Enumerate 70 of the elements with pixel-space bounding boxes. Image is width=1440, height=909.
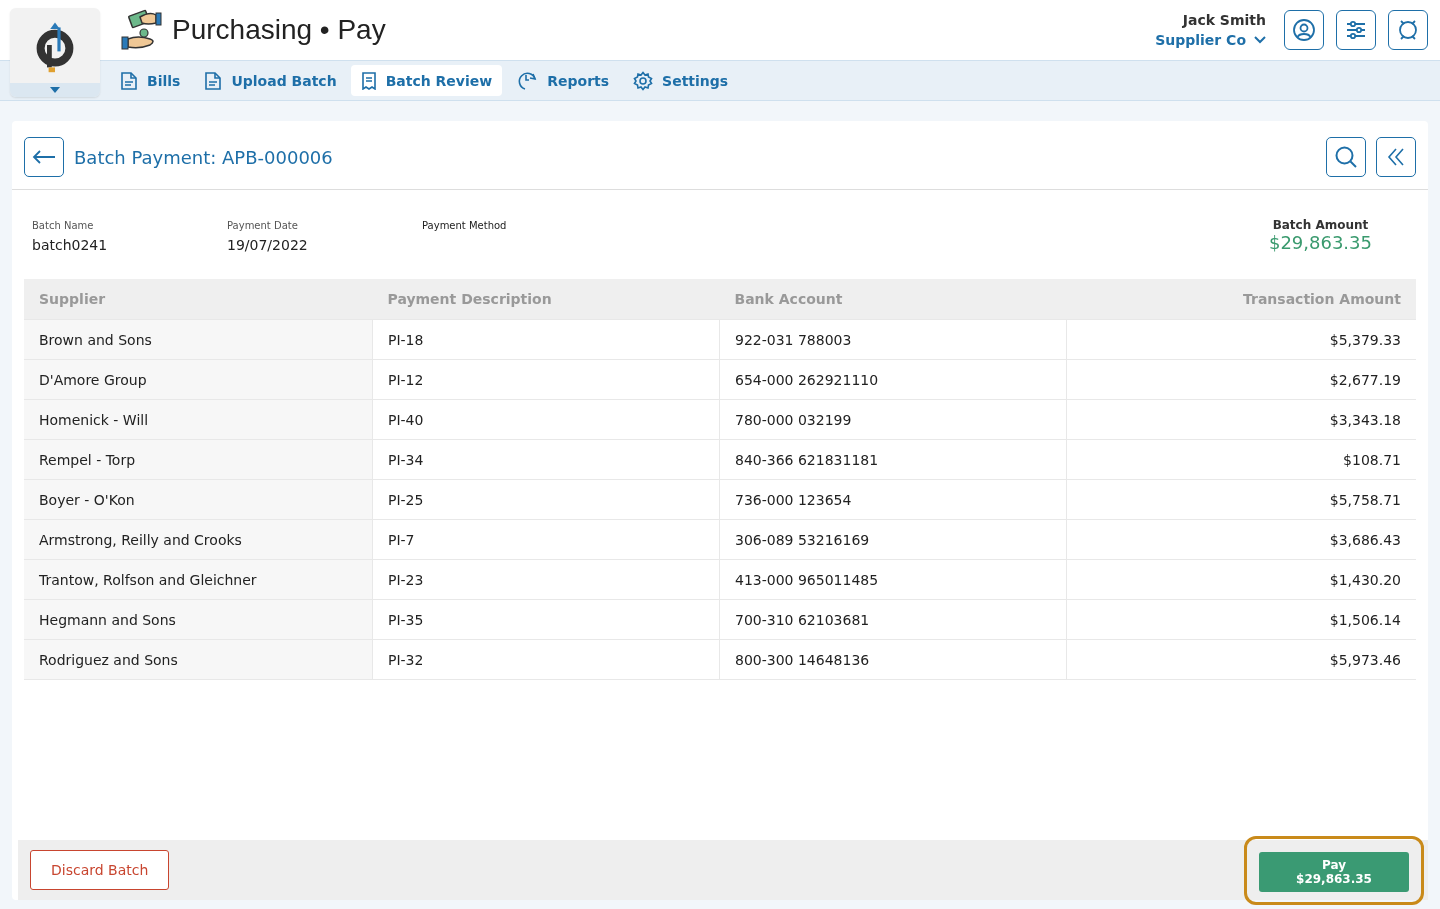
nav-tab[interactable]: Upload Batch — [194, 65, 347, 96]
search-icon — [1334, 145, 1358, 169]
nav-tab[interactable]: Bills — [110, 65, 191, 96]
sliders-icon — [1344, 18, 1368, 42]
back-button[interactable] — [24, 137, 64, 177]
table-cell: PI-35 — [372, 599, 720, 640]
batch-amount-label: Batch Amount — [1272, 218, 1369, 232]
double-chevron-left-icon — [1386, 147, 1406, 167]
nav-tab[interactable]: Batch Review — [350, 65, 503, 96]
table-cell: Homenick - Will — [24, 399, 373, 440]
field-value: batch0241 — [32, 237, 109, 253]
table-cell: 840-366 621831181 — [719, 439, 1067, 480]
nav-tab[interactable]: Settings — [623, 65, 739, 96]
table-cell: 413-000 965011485 — [719, 559, 1067, 600]
lifebuoy-icon — [1396, 18, 1420, 42]
discard-batch-button[interactable]: Discard Batch — [30, 850, 170, 890]
page-title: Batch Payment: APB-000006 — [74, 146, 333, 168]
table-cell: PI-25 — [372, 479, 720, 520]
caret-icon — [50, 87, 60, 93]
table-cell: Armstrong, Reilly and Crooks — [24, 519, 373, 560]
hands-money-icon — [120, 9, 162, 51]
table-cell: PI-18 — [372, 319, 720, 360]
table-cell: 306-089 53216169 — [719, 519, 1067, 560]
profile-button[interactable] — [1284, 10, 1324, 50]
app-title: Purchasing • Pay — [172, 14, 386, 46]
table-cell: D'Amore Group — [24, 359, 373, 400]
column-header: Transaction Amount — [1066, 279, 1416, 320]
table-cell: 700-310 62103681 — [719, 599, 1067, 640]
table-cell: 780-000 032199 — [719, 399, 1067, 440]
table-cell: $5,379.33 — [1066, 319, 1416, 360]
column-header: Bank Account — [719, 279, 1067, 320]
user-icon — [1292, 18, 1316, 42]
table-cell: 654-000 262921110 — [719, 359, 1067, 400]
gear-icon — [633, 70, 654, 91]
batch-amount-value: $29,863.35 — [1268, 232, 1372, 253]
column-header: Supplier — [24, 279, 373, 320]
user-name: Jack Smith — [1182, 12, 1266, 28]
pay-button[interactable]: Pay $29,863.35 — [1259, 851, 1409, 892]
arrow-left-icon — [32, 150, 56, 164]
document-icon — [120, 70, 138, 91]
field-label: Payment Date — [227, 220, 299, 231]
table-cell: 800-300 14648136 — [719, 639, 1067, 680]
nav-tab[interactable]: Reports — [506, 65, 620, 96]
chevron-down-icon — [1254, 36, 1266, 44]
filters-button[interactable] — [1336, 10, 1376, 50]
table-cell: Trantow, Rolfson and Gleichner — [24, 559, 373, 600]
table-cell: PI-32 — [372, 639, 720, 680]
table-cell: Hegmann and Sons — [24, 599, 373, 640]
table-cell: PI-23 — [372, 559, 720, 600]
table-cell: 922-031 788003 — [719, 319, 1067, 360]
field-value: 19/07/2022 — [227, 237, 309, 253]
table-cell: Rempel - Torp — [24, 439, 373, 480]
table-cell: 736-000 123654 — [719, 479, 1067, 520]
collapse-button[interactable] — [1376, 137, 1416, 177]
document-icon — [204, 70, 223, 91]
table-cell: Boyer - O'Kon — [24, 479, 373, 520]
app-logo[interactable] — [10, 8, 100, 97]
table-cell: PI-34 — [372, 439, 720, 480]
help-button[interactable] — [1388, 10, 1428, 50]
column-header: Payment Description — [372, 279, 720, 320]
field-label: Payment Method — [422, 220, 508, 231]
field-label: Batch Name — [32, 220, 95, 231]
search-button[interactable] — [1326, 137, 1366, 177]
table-cell: Rodriguez and Sons — [24, 639, 373, 680]
table-cell: PI-7 — [372, 519, 720, 560]
company-dropdown[interactable]: Supplier Co — [1155, 28, 1266, 48]
table-cell: PI-40 — [372, 399, 720, 440]
table-cell: Brown and Sons — [24, 319, 373, 360]
receipt-icon — [360, 71, 377, 90]
table-cell: PI-12 — [372, 359, 720, 400]
